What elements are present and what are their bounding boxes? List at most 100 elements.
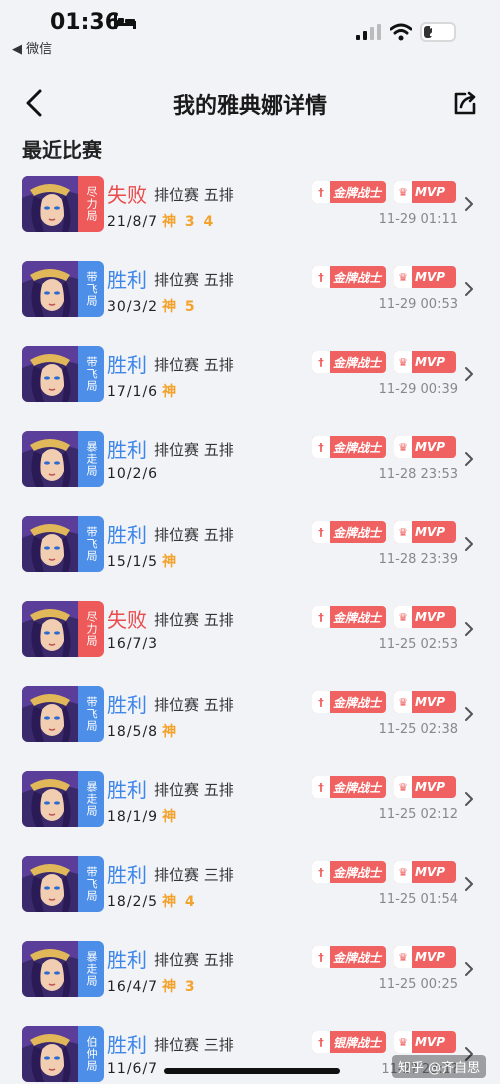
match-row[interactable]: 暴走局 胜利 排位赛 五排 16/4/7 神 3 † 金牌战士 ♛ MVP 11-25… (0, 929, 500, 1014)
match-row[interactable]: 带飞局 胜利 排位赛 五排 30/3/2 神 5 † 金牌战士 ♛ MVP 11-29… (0, 249, 500, 334)
page-title: 我的雅典娜详情 (172, 94, 327, 119)
chevron-right-icon (465, 962, 473, 976)
match-kda: 10/2/6 (107, 466, 162, 482)
match-result: 胜利 (107, 268, 147, 292)
mvp-badge-label: MVP (415, 780, 446, 794)
share-icon[interactable] (452, 90, 478, 116)
match-result: 胜利 (107, 863, 147, 887)
athena-portrait-icon (22, 601, 78, 657)
match-mode: 排位赛 五排 (154, 611, 234, 629)
kda-value: 21/8/7 (107, 214, 159, 230)
match-mode-tag: 暴走局 (78, 941, 104, 997)
match-kda: 11/6/7 (107, 1061, 162, 1077)
match-row[interactable]: 暴走局 胜利 排位赛 五排 10/2/6 † 金牌战士 ♛ MVP 11-28 23… (0, 419, 500, 504)
match-datetime: 11-29 01:11 (378, 212, 458, 227)
match-mode: 排位赛 五排 (154, 271, 234, 289)
match-mode-tag: 带飞局 (78, 856, 104, 912)
trophy-icon: ♛ (394, 1031, 412, 1053)
match-kda: 18/1/9 神 (107, 806, 178, 826)
match-kda: 30/3/2 神 5 (107, 296, 197, 316)
athena-portrait-icon (22, 516, 78, 572)
trophy-icon: ♛ (394, 691, 412, 713)
match-mode-tag: 尽力局 (78, 176, 104, 232)
hero-avatar: 尽力局 (22, 176, 104, 232)
god-streak: 神 5 (162, 299, 197, 315)
match-mode: 排位赛 五排 (154, 186, 234, 204)
sword-icon: † (312, 521, 330, 543)
title-badge-label: 金牌战士 (333, 185, 382, 200)
hero-avatar: 尽力局 (22, 601, 104, 657)
title-badge: † 金牌战士 (312, 776, 386, 798)
athena-portrait-icon (22, 771, 78, 827)
hero-avatar: 带飞局 (22, 261, 104, 317)
match-row[interactable]: 带飞局 胜利 排位赛 三排 18/2/5 神 4 † 金牌战士 ♛ MVP 11-25… (0, 844, 500, 929)
sword-icon: † (312, 436, 330, 458)
kda-value: 10/2/6 (107, 466, 159, 482)
match-kda: 16/7/3 (107, 636, 162, 652)
god-streak: 神 (162, 724, 179, 740)
match-row[interactable]: 带飞局 胜利 排位赛 五排 15/1/5 神 † 金牌战士 ♛ MVP 11-28 2… (0, 504, 500, 589)
mvp-badge: ♛ MVP (394, 521, 456, 543)
back-to-wechat-link[interactable]: ◀ 微信 (12, 38, 52, 57)
kda-value: 16/7/3 (107, 636, 159, 652)
match-result: 胜利 (107, 778, 147, 802)
sword-icon: † (312, 351, 330, 373)
mvp-badge-label: MVP (415, 610, 446, 624)
athena-portrait-icon (22, 346, 78, 402)
match-mode-tag: 带飞局 (78, 261, 104, 317)
mvp-badge: ♛ MVP (394, 351, 456, 373)
title-badge-label: 金牌战士 (333, 440, 382, 455)
title-badge: † 金牌战士 (312, 436, 386, 458)
match-row[interactable]: 暴走局 胜利 排位赛 五排 18/1/9 神 † 金牌战士 ♛ MVP 11-25 0… (0, 759, 500, 844)
match-mode: 排位赛 五排 (154, 696, 234, 714)
sleep-bed-icon (114, 15, 136, 29)
kda-value: 15/1/5 (107, 554, 159, 570)
title-badge-label: 金牌战士 (333, 780, 382, 795)
trophy-icon: ♛ (394, 776, 412, 798)
kda-value: 18/5/8 (107, 724, 159, 740)
home-indicator[interactable] (164, 1068, 340, 1074)
title-badge-label: 银牌战士 (333, 1035, 382, 1050)
athena-portrait-icon (22, 941, 78, 997)
mvp-badge-label: MVP (415, 1035, 446, 1049)
sword-icon: † (312, 606, 330, 628)
god-streak: 神 (162, 809, 179, 825)
hero-avatar: 暴走局 (22, 771, 104, 827)
match-row[interactable]: 尽力局 失败 排位赛 五排 16/7/3 † 金牌战士 ♛ MVP 11-25 02… (0, 589, 500, 674)
mvp-badge: ♛ MVP (394, 436, 456, 458)
match-datetime: 11-28 23:39 (378, 552, 458, 567)
match-mode: 排位赛 五排 (154, 441, 234, 459)
match-result: 失败 (107, 183, 147, 207)
trophy-icon: ♛ (394, 861, 412, 883)
title-badge: † 金牌战士 (312, 181, 386, 203)
match-datetime: 11-25 01:54 (378, 892, 458, 907)
chevron-right-icon (465, 282, 473, 296)
hero-avatar: 暴走局 (22, 941, 104, 997)
mvp-badge-label: MVP (415, 355, 446, 369)
title-badge-label: 金牌战士 (333, 270, 382, 285)
match-result: 胜利 (107, 693, 147, 717)
match-mode-tag: 伯仲局 (78, 1026, 104, 1082)
chevron-right-icon (465, 707, 473, 721)
title-badge: † 金牌战士 (312, 946, 386, 968)
match-mode-tag: 暴走局 (78, 431, 104, 487)
match-mode: 排位赛 五排 (154, 356, 234, 374)
match-result: 胜利 (107, 523, 147, 547)
sword-icon: † (312, 776, 330, 798)
match-row[interactable]: 带飞局 胜利 排位赛 五排 17/1/6 神 † 金牌战士 ♛ MVP 11-29 0… (0, 334, 500, 419)
mvp-badge-label: MVP (415, 440, 446, 454)
battery-percent: 28 (428, 24, 448, 40)
athena-portrait-icon (22, 261, 78, 317)
hero-avatar: 伯仲局 (22, 1026, 104, 1082)
match-mode: 排位赛 三排 (154, 1036, 234, 1054)
trophy-icon: ♛ (394, 946, 412, 968)
match-row[interactable]: 尽力局 失败 排位赛 五排 21/8/7 神 3 4 † 金牌战士 ♛ MVP 11-… (0, 164, 500, 249)
chevron-right-icon (465, 452, 473, 466)
match-row[interactable]: 带飞局 胜利 排位赛 五排 18/5/8 神 † 金牌战士 ♛ MVP 11-25 0… (0, 674, 500, 759)
match-kda: 21/8/7 神 3 4 (107, 211, 215, 231)
sword-icon: † (312, 266, 330, 288)
title-badge-label: 金牌战士 (333, 950, 382, 965)
athena-portrait-icon (22, 176, 78, 232)
kda-value: 11/6/7 (107, 1061, 159, 1077)
match-mode: 排位赛 五排 (154, 526, 234, 544)
